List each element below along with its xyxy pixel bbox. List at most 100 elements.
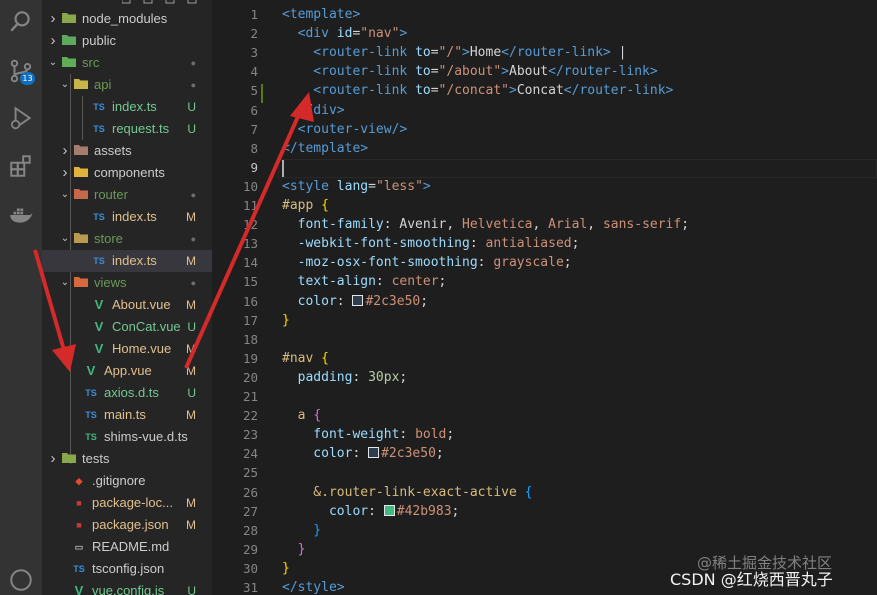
chevron-down-icon[interactable]: ⌄	[60, 184, 70, 206]
code-token: antialiased	[485, 236, 572, 252]
code-line[interactable]: </template>	[282, 141, 368, 156]
code-token: |	[610, 45, 627, 61]
code-token: :	[352, 446, 369, 462]
explorer-item[interactable]: TS request.ts U	[42, 118, 212, 140]
code-line[interactable]: #app {	[282, 198, 329, 213]
code-line[interactable]: color: #2c3e50;	[282, 446, 443, 462]
code-token: -webkit-font-smoothing	[282, 236, 470, 252]
explorer-item[interactable]: ■ package.json M	[42, 514, 212, 536]
account-icon[interactable]	[6, 565, 36, 595]
code-line[interactable]: <template>	[282, 7, 360, 22]
code-line[interactable]: }	[282, 313, 290, 328]
explorer-item[interactable]: TS tsconfig.json	[42, 558, 212, 580]
explorer-item[interactable]: ⌄ src ●	[42, 52, 212, 74]
explorer-item[interactable]: TS main.ts M	[42, 404, 212, 426]
explorer-item[interactable]: Vvue.config.js U	[42, 580, 212, 595]
color-swatch[interactable]	[383, 504, 395, 516]
explorer-item[interactable]: › public	[42, 30, 212, 52]
line-number: 25	[242, 465, 258, 481]
run-debug-icon[interactable]	[6, 103, 36, 133]
folder-icon	[74, 166, 88, 180]
explorer-item[interactable]: TS shims-vue.d.ts	[42, 426, 212, 448]
extensions-icon[interactable]	[6, 151, 36, 181]
docker-icon[interactable]	[6, 200, 36, 230]
chevron-down-icon[interactable]: ⌄	[60, 74, 70, 96]
code-line[interactable]: </div>	[282, 103, 345, 118]
explorer-item-label: views	[94, 275, 127, 290]
code-line[interactable]: <div id="nav">	[282, 26, 408, 42]
code-token: </template>	[282, 140, 369, 156]
explorer-item[interactable]: TS index.ts U	[42, 96, 212, 118]
code-line[interactable]: -moz-osx-font-smoothing: grayscale;	[282, 255, 572, 270]
code-line[interactable]: padding: 30px;	[282, 370, 408, 385]
explorer-item[interactable]: TS index.ts M	[42, 206, 212, 228]
color-swatch[interactable]	[352, 294, 364, 306]
code-token: </div>	[282, 102, 345, 118]
explorer-item[interactable]: ▭ README.md	[42, 536, 212, 558]
code-token: : Avenir,	[383, 217, 463, 233]
code-line[interactable]: <router-link to="/">Home</router-link> |	[282, 45, 626, 60]
code-line[interactable]: <style lang="less">	[282, 179, 431, 194]
code-line[interactable]: <router-link to="/about">About</router-l…	[282, 64, 657, 80]
code-line[interactable]: font-weight: bold;	[282, 427, 454, 442]
code-token: :	[336, 293, 353, 309]
explorer-item[interactable]: ⌄ router ●	[42, 184, 212, 206]
explorer-item[interactable]: › components	[42, 162, 212, 184]
folder-icon	[74, 232, 88, 246]
explorer-item-label: index.ts	[112, 99, 157, 114]
line-number: 22	[242, 408, 258, 424]
explorer-item[interactable]: TS axios.d.ts U	[42, 382, 212, 404]
explorer-item[interactable]: ⌄ views ●	[42, 272, 212, 294]
code-line[interactable]: <router-view/>	[282, 122, 408, 137]
code-line[interactable]: }	[282, 561, 290, 576]
typescript-file-icon: TS	[93, 102, 105, 112]
code-token: <router-link	[282, 83, 416, 99]
code-line[interactable]: color: #2c3e50;	[282, 294, 428, 309]
chevron-down-icon[interactable]: ⌄	[60, 272, 70, 294]
code-line[interactable]: }	[282, 523, 321, 538]
code-line[interactable]: </style>	[282, 580, 345, 595]
color-swatch[interactable]	[368, 447, 380, 459]
chevron-right-icon[interactable]: ›	[60, 140, 70, 162]
code-line[interactable]: font-family: Avenir, Helvetica, Arial, s…	[282, 217, 689, 232]
chevron-right-icon[interactable]: ›	[48, 448, 58, 470]
explorer-item[interactable]: V ConCat.vue U	[42, 316, 212, 338]
explorer-item[interactable]: ⌄ store ●	[42, 228, 212, 250]
explorer-item-label: vue.config.js	[92, 583, 165, 595]
explorer-item[interactable]: › tests	[42, 448, 212, 470]
git-file-icon: ◆	[75, 476, 83, 486]
explorer-item-label: src	[82, 55, 100, 70]
code-editor[interactable]: 1 2 3 4 5 6 7 8 9 10 11 12 13 14 15 16 17 18 19 20 21 22 23 24 2…	[212, 0, 877, 595]
code-line[interactable]: -webkit-font-smoothing: antialiased;	[282, 236, 580, 252]
explorer-item[interactable]: TS index.ts M	[42, 250, 212, 272]
explorer-item[interactable]: ⌄ api ●	[42, 74, 212, 96]
search-icon[interactable]	[6, 6, 36, 36]
code-line[interactable]: }	[282, 542, 306, 557]
code-token: id	[336, 26, 353, 42]
chevron-down-icon[interactable]: ⌄	[48, 52, 58, 74]
code-token: <div	[282, 26, 337, 42]
explorer-item[interactable]: › assets	[42, 140, 212, 162]
vue-file-icon: V	[74, 583, 84, 595]
line-number: 30	[242, 560, 258, 576]
explorer-item[interactable]: ■ package-loc... M	[42, 492, 212, 514]
chevron-right-icon[interactable]: ›	[60, 162, 70, 184]
code-line[interactable]: #nav {	[282, 351, 329, 366]
chevron-down-icon[interactable]: ⌄	[60, 228, 70, 250]
chevron-right-icon[interactable]: ›	[48, 30, 58, 52]
code-line[interactable]: color: #42b983;	[282, 504, 459, 519]
code-line[interactable]: a {	[282, 408, 322, 423]
typescript-file-icon: TS	[85, 388, 97, 398]
code-line[interactable]: text-align: center;	[282, 274, 447, 289]
code-line[interactable]: &.router-link-exact-active {	[282, 485, 532, 500]
code-token: to	[415, 64, 431, 80]
explorer-item[interactable]: › node_modules	[42, 8, 212, 30]
explorer-item[interactable]: V About.vue M	[42, 294, 212, 316]
explorer-item[interactable]: ◆ .gitignore	[42, 470, 212, 492]
explorer-item[interactable]: V Home.vue M	[42, 338, 212, 360]
code-line[interactable]: <router-link to="/concat">Concat</router…	[282, 83, 673, 98]
explorer-item-label: tsconfig.json	[92, 561, 165, 576]
explorer-item[interactable]: V App.vue M	[42, 360, 212, 382]
chevron-right-icon[interactable]: ›	[48, 8, 58, 30]
code-token: ;	[446, 427, 455, 443]
